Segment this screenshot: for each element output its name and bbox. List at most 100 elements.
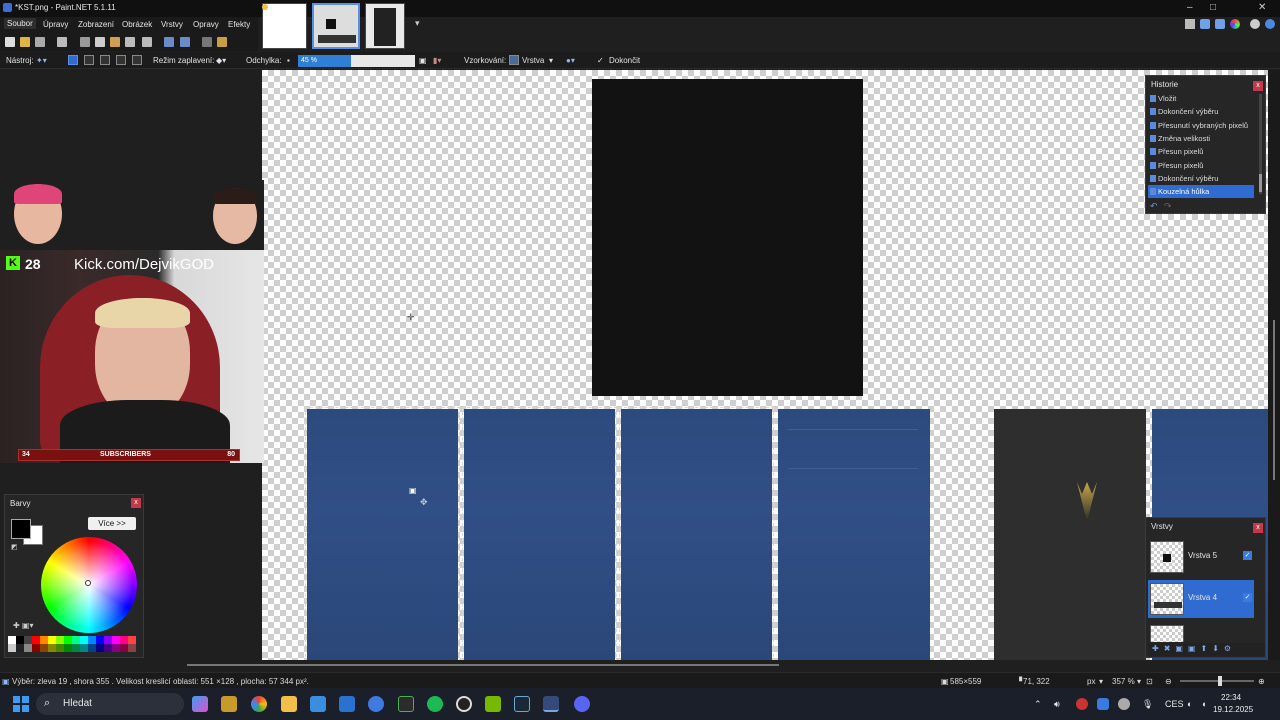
spotify-icon[interactable] [427, 696, 443, 712]
history-item[interactable]: Dokončení výběru [1148, 105, 1254, 118]
palette-swatch[interactable] [96, 644, 104, 652]
tray-overflow-icon[interactable]: ⌃ [1034, 699, 1042, 710]
clock-time[interactable]: 22:34 [1221, 693, 1241, 702]
help-icon[interactable] [1265, 19, 1275, 29]
tray-app-icon-1[interactable] [1076, 698, 1088, 710]
history-undo-icon[interactable]: ↶ [1150, 201, 1158, 212]
close-icon[interactable]: ✕ [1258, 2, 1266, 13]
zoom-in-icon[interactable]: ⊕ [1258, 677, 1265, 686]
fill-mode-dropdown-icon[interactable]: ◆▾ [216, 56, 226, 65]
copilot-icon[interactable] [192, 696, 208, 712]
history-item[interactable]: Přesun pixelů [1148, 145, 1254, 158]
redo-icon[interactable] [180, 37, 190, 47]
image-canvas[interactable]: ✛ ▣ ✥ [262, 70, 1268, 660]
finish-button[interactable]: Dokončit [609, 56, 640, 65]
selection-mode-invert-icon[interactable] [132, 55, 142, 65]
palette-swatch[interactable] [80, 644, 88, 652]
palette-swatch[interactable] [40, 636, 48, 644]
history-item[interactable]: Kouzelná hůlka [1148, 185, 1254, 199]
color-wheel[interactable] [41, 537, 137, 633]
menu-adjustments[interactable]: Opravy [193, 20, 219, 29]
selection-mode-replace-icon[interactable] [68, 55, 78, 65]
palette-swatch[interactable] [88, 644, 96, 652]
tray-app-icon-3[interactable] [1118, 698, 1130, 710]
outlook-icon[interactable] [339, 696, 355, 712]
microphone-icon[interactable]: 🎙︎ [1142, 699, 1153, 710]
document-thumbnail-kst[interactable] [312, 3, 360, 49]
palette-swatch[interactable] [32, 644, 40, 652]
palette-swatch[interactable] [96, 636, 104, 644]
save-icon[interactable] [35, 37, 45, 47]
discord-icon[interactable] [574, 696, 590, 712]
palette-swatch[interactable] [56, 644, 64, 652]
sampling-dropdown-icon[interactable]: ▾ [549, 56, 553, 65]
speaker-icon[interactable]: ◖ [1201, 699, 1206, 709]
colors-toggle-icon[interactable] [1230, 19, 1240, 29]
layer-visibility-checkbox[interactable]: ✓ [1243, 593, 1252, 602]
paste-new-layer-icon[interactable] [125, 37, 135, 47]
palette-swatch[interactable] [8, 636, 16, 644]
sampling-value[interactable]: Vrstva [522, 56, 544, 65]
open-file-icon[interactable] [20, 37, 30, 47]
palette-swatch[interactable] [56, 636, 64, 644]
reset-colors-icon[interactable]: ◩ [11, 543, 18, 551]
palette-swatch[interactable] [104, 636, 112, 644]
maximize-icon[interactable]: □ [1210, 2, 1216, 13]
selection-mode-exclude-icon[interactable] [100, 55, 110, 65]
palette-swatch[interactable] [40, 644, 48, 652]
volume-icon[interactable]: 🔊︎ [1054, 699, 1060, 710]
undo-icon[interactable] [164, 37, 174, 47]
palette-swatch[interactable] [24, 636, 32, 644]
layer-actions-icon[interactable]: ✚✖▣▣⬆⬇⚙ [1152, 644, 1236, 653]
palette-swatch[interactable] [16, 644, 24, 652]
paintnet-taskbar-icon[interactable] [543, 696, 559, 712]
terminal-icon[interactable] [398, 696, 414, 712]
zoom-fit-icon[interactable]: ⊡ [1146, 677, 1153, 686]
widget-app-icon[interactable] [221, 696, 237, 712]
steam-icon[interactable] [514, 696, 530, 712]
move-selection-icon[interactable]: ✥ [420, 497, 428, 508]
history-item[interactable]: Změna velikosti [1148, 132, 1254, 145]
vpn-app-icon[interactable] [368, 696, 384, 712]
add-color-icon[interactable]: ✚ ▣▾ [13, 621, 34, 630]
history-item[interactable]: Přesunutí vybraných pixelů [1148, 119, 1254, 132]
sampling-image-icon[interactable]: ▣ [419, 56, 427, 65]
taskbar-search-box[interactable] [36, 693, 184, 715]
menu-effects[interactable]: Efekty [228, 20, 250, 29]
palette-swatch[interactable] [80, 636, 88, 644]
canvas-horizontal-scrollbar[interactable] [187, 664, 779, 666]
minimize-icon[interactable]: – [1187, 2, 1193, 13]
history-close-icon[interactable]: x [1253, 81, 1263, 91]
paste-icon[interactable] [110, 37, 120, 47]
menu-image[interactable]: Obrázek [122, 20, 152, 29]
network-icon[interactable]: ◐ [1187, 699, 1192, 709]
palette-swatch[interactable] [64, 644, 72, 652]
palette-swatch[interactable] [48, 636, 56, 644]
layer-row-partial[interactable] [1148, 622, 1254, 642]
magic-wand-icon[interactable]: ✦▾ [36, 56, 47, 65]
palette-swatch[interactable] [8, 644, 16, 652]
menu-file[interactable]: Soubor [4, 18, 36, 29]
menu-edit[interactable]: Úpravy [43, 20, 68, 29]
document-thumbnail-pants[interactable] [365, 3, 405, 49]
palette-swatch[interactable] [48, 644, 56, 652]
history-redo-icon[interactable]: ↷ [1164, 201, 1172, 212]
cut-icon[interactable] [80, 37, 90, 47]
menu-layers[interactable]: Vrstvy [161, 20, 183, 29]
colors-close-icon[interactable]: x [131, 498, 141, 508]
palette-swatch[interactable] [112, 644, 120, 652]
zoom-value[interactable]: 357 % [1112, 677, 1135, 686]
sampling-mode-icon[interactable]: ▮▾ [433, 56, 441, 65]
palette-swatch[interactable] [72, 644, 80, 652]
obs-icon[interactable] [456, 696, 472, 712]
palette-swatch[interactable] [72, 636, 80, 644]
new-file-icon[interactable] [5, 37, 15, 47]
palette-swatch[interactable] [128, 644, 136, 652]
history-toggle-icon[interactable] [1200, 19, 1210, 29]
language-indicator[interactable]: CES [1165, 699, 1184, 709]
color-palette[interactable] [8, 636, 136, 652]
menu-view[interactable]: Zobrazení [78, 20, 114, 29]
palette-swatch[interactable] [32, 636, 40, 644]
print-icon[interactable] [57, 37, 67, 47]
zoom-slider[interactable] [1180, 676, 1254, 686]
